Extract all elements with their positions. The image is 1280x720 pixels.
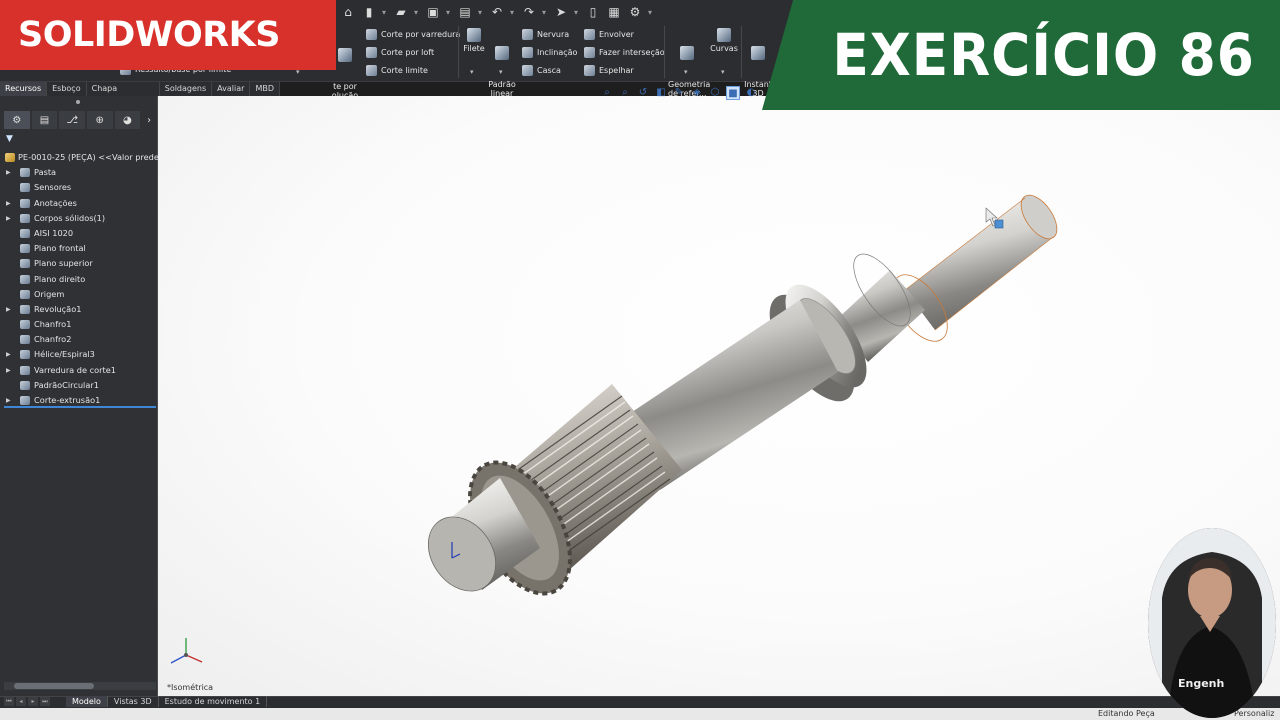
- next-tab-icon[interactable]: ▸: [28, 697, 38, 706]
- status-editing: Editando Peça: [1098, 709, 1155, 718]
- view-orientation-label: *Isométrica: [167, 683, 214, 692]
- solidworks-brand-banner: SOLIDWORKS: [0, 0, 336, 70]
- tab-navigation-buttons: ⏮ ◂ ▸ ⏭: [4, 697, 50, 706]
- exercise-banner: EXERCÍCIO 86: [762, 0, 1280, 110]
- brand-title: SOLIDWORKS: [18, 15, 280, 55]
- reference-triad-icon: [170, 638, 203, 664]
- first-tab-icon[interactable]: ⏮: [4, 697, 14, 706]
- prev-tab-icon[interactable]: ◂: [16, 697, 26, 706]
- tab-modelo[interactable]: Modelo: [66, 696, 108, 707]
- status-bar: Editando Peça Personaliz: [0, 708, 1280, 720]
- model-tabs: Modelo Vistas 3D Estudo de movimento 1: [66, 696, 268, 707]
- status-customize[interactable]: Personaliz: [1234, 709, 1274, 718]
- exercise-title: EXERCÍCIO 86: [832, 21, 1256, 89]
- solidworks-window: ⌂ ▮▾ ▰▾ ▣▾ ▤▾ ↶▾ ↷▾ ➤▾ ▯ ▦ ⚙▾ Ressalto/b…: [0, 0, 1280, 720]
- tab-vistas-3d[interactable]: Vistas 3D: [108, 696, 159, 707]
- shaft-right-journal: [892, 194, 1058, 342]
- presenter-watermark-text: Engenh: [1178, 677, 1225, 690]
- tab-estudo-de-movimento[interactable]: Estudo de movimento 1: [159, 696, 268, 707]
- last-tab-icon[interactable]: ⏭: [40, 697, 50, 706]
